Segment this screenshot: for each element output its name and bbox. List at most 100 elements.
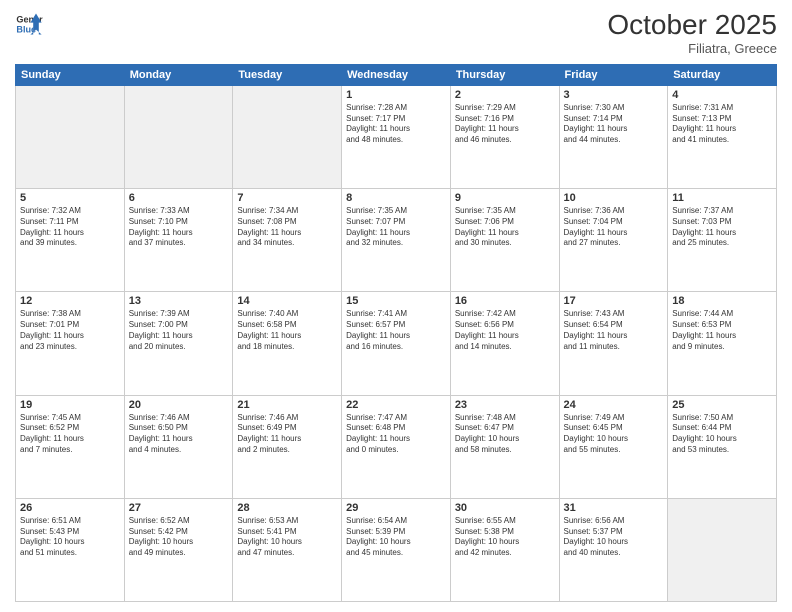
day-number: 3 (564, 89, 664, 101)
day-number: 21 (237, 399, 337, 411)
day-number: 2 (455, 89, 555, 101)
cell-info: Sunrise: 7:48 AM Sunset: 6:47 PM Dayligh… (455, 413, 555, 456)
calendar-cell: 22 Sunrise: 7:47 AM Sunset: 6:48 PM Dayli… (342, 395, 451, 498)
cell-info: Sunrise: 7:35 AM Sunset: 7:06 PM Dayligh… (455, 206, 555, 249)
day-number: 27 (129, 502, 229, 514)
cell-info: Sunrise: 6:55 AM Sunset: 5:38 PM Dayligh… (455, 516, 555, 559)
day-number: 26 (20, 502, 120, 514)
cell-info: Sunrise: 7:47 AM Sunset: 6:48 PM Dayligh… (346, 413, 446, 456)
calendar-cell: 17Sunrise: 7:43 AM Sunset: 6:54 PM Dayli… (559, 292, 668, 395)
header: General Blue October 2025 Filiatra, Gree… (15, 10, 777, 56)
cell-info: Sunrise: 7:42 AM Sunset: 6:56 PM Dayligh… (455, 309, 555, 352)
day-number: 16 (455, 295, 555, 307)
cell-info: Sunrise: 7:41 AM Sunset: 6:57 PM Dayligh… (346, 309, 446, 352)
calendar-cell (16, 85, 125, 188)
cell-info: Sunrise: 6:51 AM Sunset: 5:43 PM Dayligh… (20, 516, 120, 559)
calendar-cell (233, 85, 342, 188)
calendar-cell: 30 Sunrise: 6:55 AM Sunset: 5:38 PM Dayli… (450, 498, 559, 601)
cell-info: Sunrise: 7:46 AM Sunset: 6:50 PM Dayligh… (129, 413, 229, 456)
weekday-header-row: SundayMondayTuesdayWednesdayThursdayFrid… (16, 64, 777, 85)
calendar-cell: 19 Sunrise: 7:45 AM Sunset: 6:52 PM Dayli… (16, 395, 125, 498)
day-number: 10 (564, 192, 664, 204)
calendar-cell: 2Sunrise: 7:29 AM Sunset: 7:16 PM Daylig… (450, 85, 559, 188)
day-number: 30 (455, 502, 555, 514)
calendar-cell: 24 Sunrise: 7:49 AM Sunset: 6:45 PM Dayli… (559, 395, 668, 498)
calendar-cell: 10 Sunrise: 7:36 AM Sunset: 7:04 PM Dayli… (559, 189, 668, 292)
location: Filiatra, Greece (607, 41, 777, 56)
day-number: 19 (20, 399, 120, 411)
week-row-5: 26 Sunrise: 6:51 AM Sunset: 5:43 PM Dayli… (16, 498, 777, 601)
cell-info: Sunrise: 6:54 AM Sunset: 5:39 PM Dayligh… (346, 516, 446, 559)
weekday-header-sunday: Sunday (16, 64, 125, 85)
calendar-cell: 8Sunrise: 7:35 AM Sunset: 7:07 PM Daylig… (342, 189, 451, 292)
cell-info: Sunrise: 7:45 AM Sunset: 6:52 PM Dayligh… (20, 413, 120, 456)
weekday-header-monday: Monday (124, 64, 233, 85)
calendar-cell: 28Sunrise: 6:53 AM Sunset: 5:41 PM Dayli… (233, 498, 342, 601)
cell-info: Sunrise: 7:35 AM Sunset: 7:07 PM Dayligh… (346, 206, 446, 249)
day-number: 20 (129, 399, 229, 411)
day-number: 13 (129, 295, 229, 307)
cell-info: Sunrise: 7:31 AM Sunset: 7:13 PM Dayligh… (672, 103, 772, 146)
week-row-3: 12Sunrise: 7:38 AM Sunset: 7:01 PM Dayli… (16, 292, 777, 395)
calendar-cell: 5 Sunrise: 7:32 AM Sunset: 7:11 PM Daylig… (16, 189, 125, 292)
cell-info: Sunrise: 7:49 AM Sunset: 6:45 PM Dayligh… (564, 413, 664, 456)
cell-info: Sunrise: 7:32 AM Sunset: 7:11 PM Dayligh… (20, 206, 120, 249)
cell-info: Sunrise: 6:56 AM Sunset: 5:37 PM Dayligh… (564, 516, 664, 559)
page: General Blue October 2025 Filiatra, Gree… (0, 0, 792, 612)
day-number: 1 (346, 89, 446, 101)
calendar-cell: 11 Sunrise: 7:37 AM Sunset: 7:03 PM Dayli… (668, 189, 777, 292)
day-number: 22 (346, 399, 446, 411)
cell-info: Sunrise: 7:33 AM Sunset: 7:10 PM Dayligh… (129, 206, 229, 249)
day-number: 15 (346, 295, 446, 307)
day-number: 9 (455, 192, 555, 204)
cell-info: Sunrise: 7:30 AM Sunset: 7:14 PM Dayligh… (564, 103, 664, 146)
calendar-cell: 9 Sunrise: 7:35 AM Sunset: 7:06 PM Daylig… (450, 189, 559, 292)
cell-info: Sunrise: 7:28 AM Sunset: 7:17 PM Dayligh… (346, 103, 446, 146)
day-number: 23 (455, 399, 555, 411)
logo-icon: General Blue (15, 10, 43, 38)
logo: General Blue (15, 10, 47, 38)
cell-info: Sunrise: 7:46 AM Sunset: 6:49 PM Dayligh… (237, 413, 337, 456)
calendar-cell: 3 Sunrise: 7:30 AM Sunset: 7:14 PM Daylig… (559, 85, 668, 188)
calendar-cell: 14 Sunrise: 7:40 AM Sunset: 6:58 PM Dayli… (233, 292, 342, 395)
day-number: 18 (672, 295, 772, 307)
weekday-header-wednesday: Wednesday (342, 64, 451, 85)
weekday-header-thursday: Thursday (450, 64, 559, 85)
month-title: October 2025 (607, 10, 777, 41)
calendar-cell: 26 Sunrise: 6:51 AM Sunset: 5:43 PM Dayli… (16, 498, 125, 601)
calendar-cell: 21 Sunrise: 7:46 AM Sunset: 6:49 PM Dayli… (233, 395, 342, 498)
week-row-4: 19 Sunrise: 7:45 AM Sunset: 6:52 PM Dayli… (16, 395, 777, 498)
cell-info: Sunrise: 7:38 AM Sunset: 7:01 PM Dayligh… (20, 309, 120, 352)
day-number: 6 (129, 192, 229, 204)
day-number: 28 (237, 502, 337, 514)
day-number: 24 (564, 399, 664, 411)
calendar-table: SundayMondayTuesdayWednesdayThursdayFrid… (15, 64, 777, 602)
day-number: 11 (672, 192, 772, 204)
cell-info: Sunrise: 7:40 AM Sunset: 6:58 PM Dayligh… (237, 309, 337, 352)
cell-info: Sunrise: 7:43 AM Sunset: 6:54 PM Dayligh… (564, 309, 664, 352)
cell-info: Sunrise: 6:52 AM Sunset: 5:42 PM Dayligh… (129, 516, 229, 559)
calendar-cell: 1 Sunrise: 7:28 AM Sunset: 7:17 PM Daylig… (342, 85, 451, 188)
cell-info: Sunrise: 7:44 AM Sunset: 6:53 PM Dayligh… (672, 309, 772, 352)
weekday-header-saturday: Saturday (668, 64, 777, 85)
calendar-cell: 13Sunrise: 7:39 AM Sunset: 7:00 PM Dayli… (124, 292, 233, 395)
calendar-cell: 31 Sunrise: 6:56 AM Sunset: 5:37 PM Dayli… (559, 498, 668, 601)
calendar-cell: 15 Sunrise: 7:41 AM Sunset: 6:57 PM Dayli… (342, 292, 451, 395)
calendar-cell (124, 85, 233, 188)
cell-info: Sunrise: 7:34 AM Sunset: 7:08 PM Dayligh… (237, 206, 337, 249)
calendar-cell: 16 Sunrise: 7:42 AM Sunset: 6:56 PM Dayli… (450, 292, 559, 395)
day-number: 31 (564, 502, 664, 514)
weekday-header-tuesday: Tuesday (233, 64, 342, 85)
cell-info: Sunrise: 7:36 AM Sunset: 7:04 PM Dayligh… (564, 206, 664, 249)
calendar-cell (668, 498, 777, 601)
weekday-header-friday: Friday (559, 64, 668, 85)
day-number: 25 (672, 399, 772, 411)
day-number: 14 (237, 295, 337, 307)
calendar-cell: 25Sunrise: 7:50 AM Sunset: 6:44 PM Dayli… (668, 395, 777, 498)
day-number: 5 (20, 192, 120, 204)
week-row-1: 1 Sunrise: 7:28 AM Sunset: 7:17 PM Daylig… (16, 85, 777, 188)
calendar-cell: 27 Sunrise: 6:52 AM Sunset: 5:42 PM Dayli… (124, 498, 233, 601)
calendar-cell: 12Sunrise: 7:38 AM Sunset: 7:01 PM Dayli… (16, 292, 125, 395)
day-number: 4 (672, 89, 772, 101)
cell-info: Sunrise: 7:37 AM Sunset: 7:03 PM Dayligh… (672, 206, 772, 249)
